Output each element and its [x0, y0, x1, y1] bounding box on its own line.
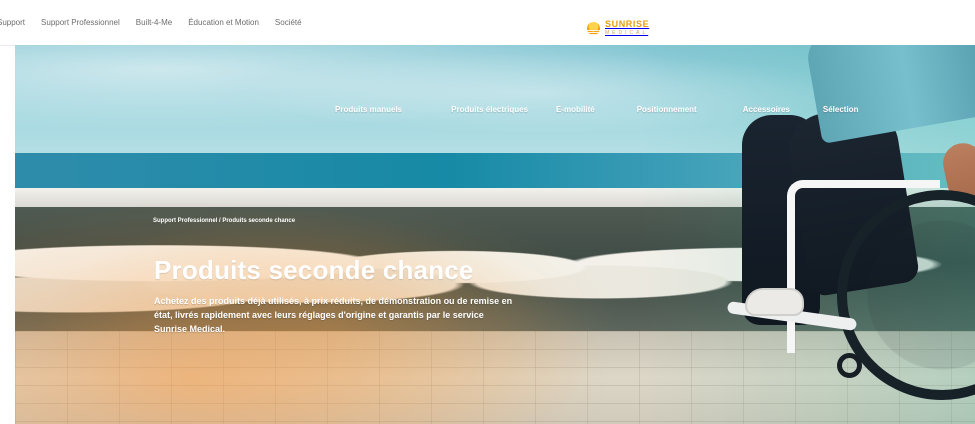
hero-nav-e-mobilite[interactable]: E-mobilité	[556, 105, 595, 114]
hero-banner: Produits manuels Produits électriques E-…	[15, 45, 975, 424]
top-nav-built-4-me[interactable]: Built-4-Me	[136, 18, 172, 27]
hero-nav-produits-electriques[interactable]: Produits électriques	[451, 105, 528, 114]
wheelchair-user-photo	[726, 45, 975, 410]
white-sneaker	[745, 288, 804, 316]
person-torso	[803, 45, 975, 144]
breadcrumb[interactable]: Support Professionnel / Produits seconde…	[153, 218, 295, 224]
top-header: Support Support Professionnel Built-4-Me…	[0, 0, 975, 46]
sunrise-logo-icon	[587, 21, 600, 35]
wheelchair-caster-icon	[837, 353, 862, 378]
hero-navigation: Produits manuels Produits électriques E-…	[335, 105, 858, 114]
hero-description: Achetez des produits déjà utilisés, à pr…	[154, 296, 513, 334]
top-navigation: Support Support Professionnel Built-4-Me…	[0, 0, 302, 45]
top-nav-education-et-motion[interactable]: Éducation et Motion	[188, 18, 259, 27]
logo-brand-subtitle: MEDICAL	[605, 30, 649, 36]
hero-nav-positionnement[interactable]: Positionnement	[637, 105, 697, 114]
hero-nav-accessoires[interactable]: Accessoires	[743, 105, 790, 114]
hero-nav-produits-manuels[interactable]: Produits manuels	[335, 105, 402, 114]
top-nav-support-professionnel[interactable]: Support Professionnel	[41, 18, 120, 27]
top-nav-societe[interactable]: Société	[275, 18, 302, 27]
hero-nav-selection[interactable]: Sélection	[823, 105, 859, 114]
logo-wordmark: SUNRISE MEDICAL	[605, 20, 649, 36]
sunrise-medical-logo[interactable]: SUNRISE MEDICAL	[587, 17, 649, 39]
logo-brand-name: SUNRISE	[605, 19, 650, 29]
page-title: Produits seconde chance	[154, 255, 474, 286]
top-nav-support[interactable]: Support	[0, 18, 25, 27]
